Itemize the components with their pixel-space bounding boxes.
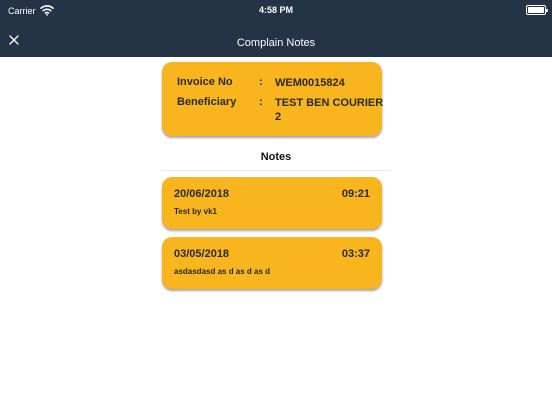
divider bbox=[162, 170, 390, 171]
note-date: 03/05/2018 bbox=[174, 248, 230, 260]
notes-heading: Notes bbox=[260, 151, 292, 163]
nav-bar: Complain Notes bbox=[0, 22, 552, 57]
beneficiary-colon: : bbox=[259, 96, 263, 108]
beneficiary-value: TEST BEN COURIER 2 bbox=[275, 97, 384, 123]
invoice-card: Invoice No : WEM0015824 Beneficiary : TE… bbox=[162, 62, 384, 136]
page-title: Complain Notes bbox=[236, 37, 316, 49]
invoice-colon: : bbox=[259, 76, 263, 88]
invoice-label: Invoice No bbox=[177, 76, 233, 88]
status-time: 4:58 PM bbox=[258, 5, 293, 15]
note-text: Test by vk1 bbox=[174, 207, 217, 216]
battery-tip bbox=[546, 9, 548, 12]
note-text: asdasdasd as d as d as d bbox=[174, 267, 271, 276]
invoice-value: WEM0015824 bbox=[275, 77, 345, 89]
note-card[interactable]: 20/06/2018 09:21 Test by vk1 bbox=[162, 177, 382, 229]
top-bar: Carrier 4:58 PM Complain Notes bbox=[0, 0, 552, 57]
battery-icon bbox=[526, 5, 548, 15]
status-bar: Carrier 4:58 PM bbox=[0, 0, 552, 22]
note-time: 03:37 bbox=[341, 248, 370, 260]
beneficiary-label: Beneficiary bbox=[177, 96, 237, 108]
note-date: 20/06/2018 bbox=[174, 188, 230, 200]
battery-level bbox=[528, 7, 544, 13]
note-time: 09:21 bbox=[341, 188, 370, 200]
note-card[interactable]: 03/05/2018 03:37 asdasdasd as d as d as … bbox=[162, 237, 382, 289]
